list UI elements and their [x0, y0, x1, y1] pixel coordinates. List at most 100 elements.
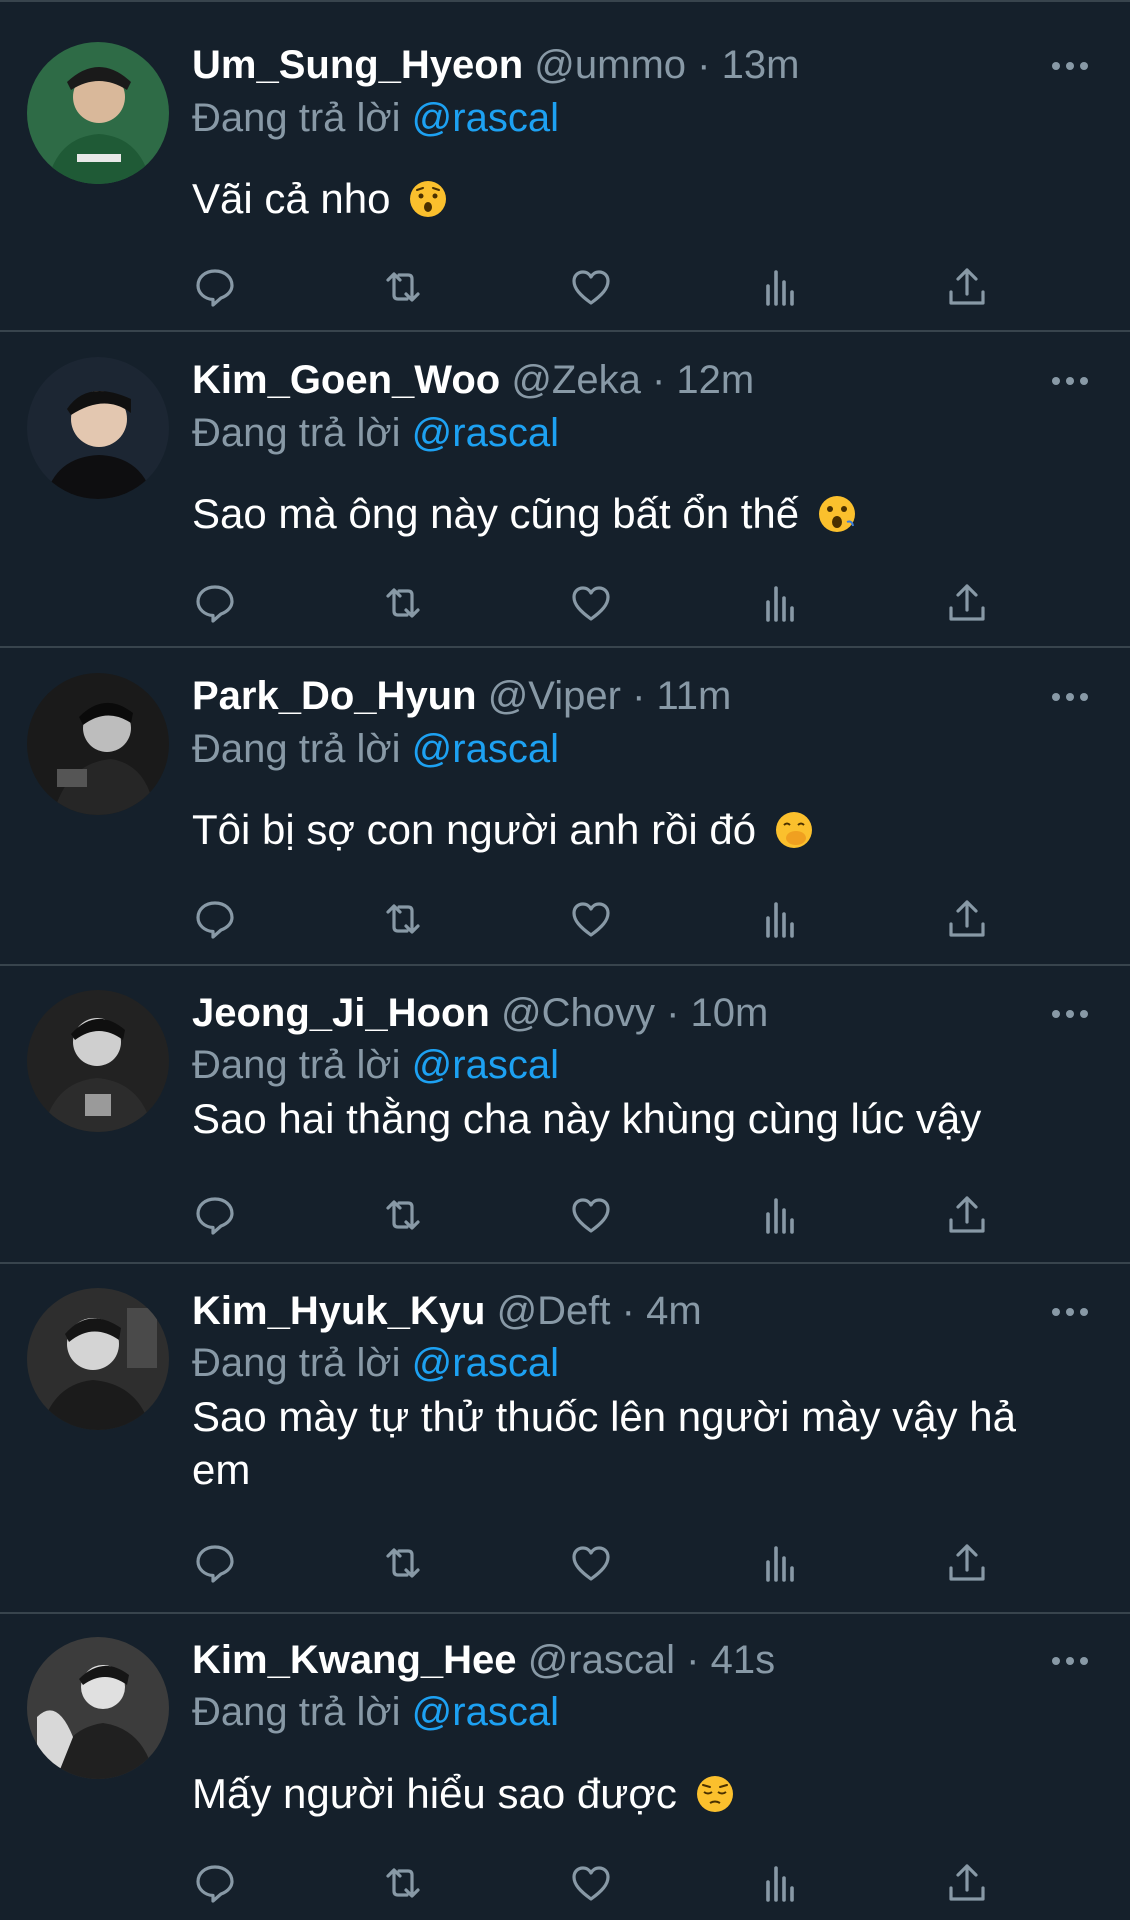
display-name[interactable]: Kim_Goen_Woo: [192, 358, 500, 402]
tweet-actions: [192, 896, 1012, 946]
tweet-actions: [192, 1192, 1012, 1242]
reply-prefix: Đang trả lời: [192, 411, 401, 455]
timestamp[interactable]: 11m: [657, 674, 732, 718]
more-options-icon[interactable]: [1050, 1651, 1090, 1671]
avatar[interactable]: [27, 357, 169, 499]
tweet-text-content: Sao mà ông này cũng bất ổn thế: [192, 490, 800, 537]
user-handle[interactable]: @Viper: [488, 674, 621, 718]
retweet-icon[interactable]: [380, 580, 426, 626]
mention-link[interactable]: @rascal: [412, 411, 559, 455]
share-icon[interactable]: [944, 1192, 990, 1238]
analytics-icon[interactable]: [756, 1192, 802, 1238]
analytics-icon[interactable]: [756, 580, 802, 626]
separator-dot: ·: [686, 1638, 700, 1682]
avatar[interactable]: [27, 1288, 169, 1430]
display-name[interactable]: Kim_Kwang_Hee: [192, 1638, 517, 1682]
analytics-icon[interactable]: [756, 1540, 802, 1586]
tweet-text-content: Sao mày tự thử thuốc lên người mày vậy h…: [192, 1393, 1016, 1493]
share-icon[interactable]: [944, 264, 990, 310]
mention-link[interactable]: @rascal: [412, 727, 559, 771]
analytics-icon[interactable]: [756, 264, 802, 310]
replying-to: Đang trả lời @rascal: [192, 408, 559, 458]
timeline-feed: Um_Sung_Hyeon @ummo · 13m Đang trả lời @…: [0, 0, 1130, 1920]
timestamp[interactable]: 12m: [676, 358, 754, 402]
share-icon[interactable]: [944, 896, 990, 942]
avatar[interactable]: [27, 1637, 169, 1779]
like-icon[interactable]: [568, 1860, 614, 1906]
tweet[interactable]: Um_Sung_Hyeon @ummo · 13m Đang trả lời @…: [0, 0, 1130, 330]
like-icon[interactable]: [568, 1540, 614, 1586]
timestamp[interactable]: 13m: [722, 43, 800, 87]
retweet-icon[interactable]: [380, 264, 426, 310]
tweet[interactable]: Kim_Kwang_Hee @rascal · 41s Đang trả lời…: [0, 1614, 1130, 1920]
reply-icon[interactable]: [192, 896, 238, 942]
reply-prefix: Đang trả lời: [192, 96, 401, 140]
tweet[interactable]: Park_Do_Hyun @Viper · 11m Đang trả lời @…: [0, 648, 1130, 964]
mention-link[interactable]: @rascal: [412, 1690, 559, 1734]
mention-link[interactable]: @rascal: [412, 1043, 559, 1087]
display-name[interactable]: Park_Do_Hyun: [192, 674, 477, 718]
display-name[interactable]: Jeong_Ji_Hoon: [192, 991, 490, 1035]
reply-icon[interactable]: [192, 1860, 238, 1906]
tweet[interactable]: Jeong_Ji_Hoon @Chovy · 10m Đang trả lời …: [0, 966, 1130, 1262]
share-icon[interactable]: [944, 1860, 990, 1906]
user-handle[interactable]: @rascal: [528, 1638, 675, 1682]
tweet-actions: [192, 264, 1012, 314]
display-name[interactable]: Kim_Hyuk_Kyu: [192, 1289, 485, 1333]
mention-link[interactable]: @rascal: [412, 96, 559, 140]
tweet-header: Kim_Kwang_Hee @rascal · 41s: [192, 1635, 1030, 1685]
retweet-icon[interactable]: [380, 1540, 426, 1586]
analytics-icon[interactable]: [756, 1860, 802, 1906]
tweet[interactable]: Kim_Goen_Woo @Zeka · 12m Đang trả lời @r…: [0, 332, 1130, 646]
user-handle[interactable]: @Deft: [497, 1289, 611, 1333]
tweet-header: Kim_Goen_Woo @Zeka · 12m: [192, 355, 1030, 405]
retweet-icon[interactable]: [380, 1860, 426, 1906]
tweet-text-content: Sao hai thằng cha này khùng cùng lúc vậy: [192, 1095, 982, 1142]
reply-icon[interactable]: [192, 1540, 238, 1586]
display-name[interactable]: Um_Sung_Hyeon: [192, 43, 523, 87]
reply-icon[interactable]: [192, 264, 238, 310]
reply-prefix: Đang trả lời: [192, 1690, 401, 1734]
reply-icon[interactable]: [192, 580, 238, 626]
avatar[interactable]: [27, 42, 169, 184]
more-options-icon[interactable]: [1050, 1302, 1090, 1322]
like-icon[interactable]: [568, 580, 614, 626]
timestamp[interactable]: 4m: [646, 1289, 702, 1333]
reply-prefix: Đang trả lời: [192, 1043, 401, 1087]
tweet[interactable]: Kim_Hyuk_Kyu @Deft · 4m Đang trả lời @ra…: [0, 1264, 1130, 1612]
like-icon[interactable]: [568, 1192, 614, 1238]
more-options-icon[interactable]: [1050, 56, 1090, 76]
replying-to: Đang trả lời @rascal: [192, 1687, 559, 1737]
timestamp[interactable]: 41s: [711, 1638, 776, 1682]
face-with-open-mouth-emoji: [818, 496, 855, 532]
like-icon[interactable]: [568, 896, 614, 942]
avatar[interactable]: [27, 990, 169, 1132]
avatar[interactable]: [27, 673, 169, 815]
tweet-header: Jeong_Ji_Hoon @Chovy · 10m: [192, 988, 1030, 1038]
tweet-text: Sao mày tự thử thuốc lên người mày vậy h…: [192, 1390, 1072, 1496]
user-handle[interactable]: @Chovy: [501, 991, 655, 1035]
tweet-header: Kim_Hyuk_Kyu @Deft · 4m: [192, 1286, 1030, 1336]
share-icon[interactable]: [944, 580, 990, 626]
more-options-icon[interactable]: [1050, 1004, 1090, 1024]
retweet-icon[interactable]: [380, 896, 426, 942]
worried-face-emoji: [410, 181, 447, 217]
more-options-icon[interactable]: [1050, 687, 1090, 707]
more-options-icon[interactable]: [1050, 371, 1090, 391]
tweet-text: Sao hai thằng cha này khùng cùng lúc vậy: [192, 1092, 1072, 1145]
tweet-actions: [192, 580, 1012, 630]
face-with-hand-over-mouth-emoji: [775, 812, 812, 848]
mention-link[interactable]: @rascal: [412, 1341, 559, 1385]
analytics-icon[interactable]: [756, 896, 802, 942]
timestamp[interactable]: 10m: [691, 991, 769, 1035]
tweet-text-content: Tôi bị sợ con người anh rồi đó: [192, 806, 757, 853]
retweet-icon[interactable]: [380, 1192, 426, 1238]
user-handle[interactable]: @Zeka: [511, 358, 641, 402]
like-icon[interactable]: [568, 264, 614, 310]
replying-to: Đang trả lời @rascal: [192, 724, 559, 774]
replying-to: Đang trả lời @rascal: [192, 1338, 559, 1388]
share-icon[interactable]: [944, 1540, 990, 1586]
reply-icon[interactable]: [192, 1192, 238, 1238]
replying-to: Đang trả lời @rascal: [192, 1040, 559, 1090]
user-handle[interactable]: @ummo: [534, 43, 686, 87]
